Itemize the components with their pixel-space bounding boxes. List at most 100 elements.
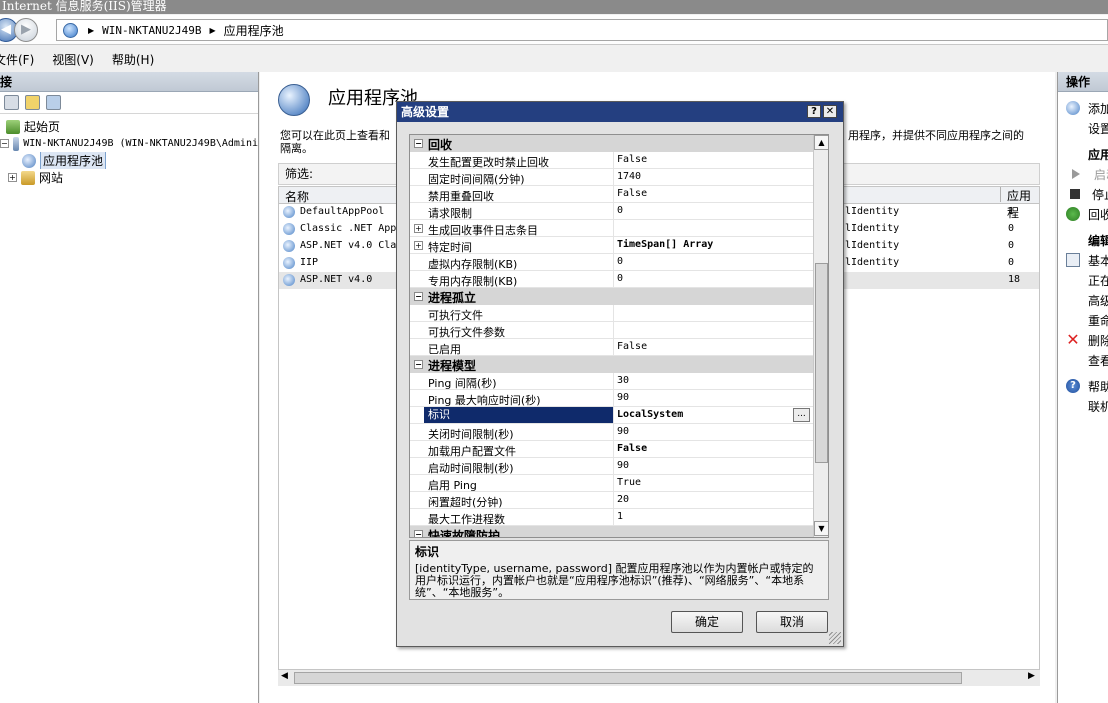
property-value[interactable]: 30: [613, 373, 813, 389]
property-row[interactable]: 加载用户配置文件 False: [410, 441, 813, 458]
property-value[interactable]: TimeSpan[] Array: [613, 237, 813, 253]
action-set-defaults[interactable]: 设置: [1058, 118, 1108, 138]
menu-help[interactable]: 帮助(H): [112, 51, 154, 68]
collapse-icon[interactable]: −: [0, 139, 9, 148]
resize-grip-icon[interactable]: [829, 632, 841, 644]
action-online-help[interactable]: 联机: [1058, 396, 1108, 416]
dialog-close-button[interactable]: ✕: [823, 105, 837, 118]
action-view-apps[interactable]: 查看: [1058, 350, 1108, 370]
property-value[interactable]: False: [613, 441, 813, 457]
property-value[interactable]: [613, 305, 813, 321]
property-value[interactable]: 20: [613, 492, 813, 508]
property-grid-scrollbar[interactable]: ▲ ▼: [813, 135, 828, 537]
collapse-icon[interactable]: −: [414, 530, 423, 537]
dialog-help-button[interactable]: ?: [807, 105, 821, 118]
connect-icon[interactable]: [46, 95, 61, 110]
horizontal-scrollbar[interactable]: ◀ ▶: [278, 669, 1040, 686]
edit-identity-button[interactable]: ...: [793, 408, 810, 422]
property-value[interactable]: 90: [613, 458, 813, 474]
scroll-right-icon[interactable]: ▶: [1028, 671, 1035, 681]
property-value[interactable]: 0: [613, 254, 813, 270]
property-row[interactable]: 闲置超时(分钟) 20: [410, 492, 813, 509]
tree-item-start-page[interactable]: 起始页: [0, 118, 258, 135]
collapse-icon[interactable]: −: [414, 292, 423, 301]
property-category[interactable]: − 进程模型: [410, 356, 813, 373]
action-advanced-settings[interactable]: 高级: [1058, 290, 1108, 310]
property-row[interactable]: 关闭时间限制(秒) 90: [410, 424, 813, 441]
property-category[interactable]: − 回收: [410, 135, 813, 152]
folder-up-icon[interactable]: [25, 95, 40, 110]
property-row[interactable]: 标识 LocalSystem...: [410, 407, 813, 424]
scroll-thumb[interactable]: [815, 263, 828, 463]
property-row[interactable]: 可执行文件参数: [410, 322, 813, 339]
dialog-titlebar[interactable]: 高级设置: [397, 102, 843, 122]
property-value[interactable]: [613, 220, 813, 236]
scroll-down-icon[interactable]: ▼: [814, 521, 828, 536]
property-value[interactable]: True: [613, 475, 813, 491]
tree-item-app-pools[interactable]: 应用程序池: [0, 152, 258, 169]
filter-label: 筛选:: [285, 167, 314, 181]
address-field[interactable]: ▶ WIN-NKTANU2J49B ▶ 应用程序池: [56, 19, 1108, 41]
property-row[interactable]: Ping 最大响应时间(秒) 90: [410, 390, 813, 407]
property-category[interactable]: − 快速故障防护: [410, 526, 813, 537]
property-row[interactable]: 已启用 False: [410, 339, 813, 356]
property-row[interactable]: 最大工作进程数 1: [410, 509, 813, 526]
ok-button[interactable]: 确定: [671, 611, 743, 633]
property-value[interactable]: False: [613, 152, 813, 168]
action-stop[interactable]: 停止: [1058, 184, 1108, 204]
property-row[interactable]: 启用 Ping True: [410, 475, 813, 492]
property-value[interactable]: 90: [613, 390, 813, 406]
column-name[interactable]: 名称: [285, 188, 309, 205]
expand-icon[interactable]: +: [414, 241, 423, 250]
action-recycling[interactable]: 正在: [1058, 270, 1108, 290]
property-row[interactable]: 专用内存限制(KB) 0: [410, 271, 813, 288]
property-row[interactable]: + 特定时间 TimeSpan[] Array: [410, 237, 813, 254]
tree-item-sites[interactable]: + 网站: [0, 169, 258, 186]
property-value[interactable]: [613, 322, 813, 338]
actions-header: 操作: [1058, 72, 1108, 92]
property-value[interactable]: 1740: [613, 169, 813, 185]
property-row[interactable]: Ping 间隔(秒) 30: [410, 373, 813, 390]
property-value[interactable]: 0: [613, 203, 813, 219]
menu-view[interactable]: 视图(V): [52, 51, 94, 68]
action-basic-settings[interactable]: 基本: [1058, 250, 1108, 270]
expand-icon[interactable]: +: [414, 224, 423, 233]
sites-icon: [21, 170, 35, 185]
action-help[interactable]: ?帮助: [1058, 376, 1108, 396]
property-row[interactable]: 虚拟内存限制(KB) 0: [410, 254, 813, 271]
property-row[interactable]: 禁用重叠回收 False: [410, 186, 813, 203]
property-value[interactable]: 0: [613, 271, 813, 287]
action-delete[interactable]: ✕删除: [1058, 330, 1108, 350]
property-row[interactable]: 可执行文件: [410, 305, 813, 322]
property-value[interactable]: False: [613, 186, 813, 202]
property-value[interactable]: LocalSystem: [613, 407, 813, 423]
property-row[interactable]: 固定时间间隔(分钟) 1740: [410, 169, 813, 186]
property-category[interactable]: − 进程孤立: [410, 288, 813, 305]
collapse-icon[interactable]: −: [414, 139, 423, 148]
property-value[interactable]: 1: [613, 509, 813, 525]
scroll-left-icon[interactable]: ◀: [281, 671, 288, 681]
action-rename[interactable]: 重命: [1058, 310, 1108, 330]
action-recycle[interactable]: 回收: [1058, 204, 1108, 224]
property-row[interactable]: 发生配置更改时禁止回收 False: [410, 152, 813, 169]
property-value[interactable]: 90: [613, 424, 813, 440]
action-add[interactable]: 添加: [1058, 98, 1108, 118]
menu-file[interactable]: 文件(F): [0, 51, 34, 68]
forward-button[interactable]: ▶: [14, 18, 38, 42]
scroll-up-icon[interactable]: ▲: [814, 135, 828, 150]
property-row[interactable]: + 生成回收事件日志条目: [410, 220, 813, 237]
column-apps[interactable]: 应用程: [1000, 187, 1039, 220]
actions-section-edit: 编辑: [1088, 233, 1108, 248]
property-row[interactable]: 请求限制 0: [410, 203, 813, 220]
save-connection-icon[interactable]: [4, 95, 19, 110]
property-value[interactable]: False: [613, 339, 813, 355]
expand-icon[interactable]: +: [8, 173, 17, 182]
collapse-icon[interactable]: −: [414, 360, 423, 369]
action-start[interactable]: 启动: [1058, 164, 1108, 184]
property-row[interactable]: 启动时间限制(秒) 90: [410, 458, 813, 475]
cancel-button[interactable]: 取消: [756, 611, 828, 633]
breadcrumb-server[interactable]: WIN-NKTANU2J49B: [102, 24, 201, 37]
scroll-thumb[interactable]: [294, 672, 962, 684]
breadcrumb-app-pools[interactable]: 应用程序池: [224, 22, 284, 39]
tree-item-server[interactable]: − WIN-NKTANU2J49B (WIN-NKTANU2J49B\Admin…: [0, 135, 258, 152]
